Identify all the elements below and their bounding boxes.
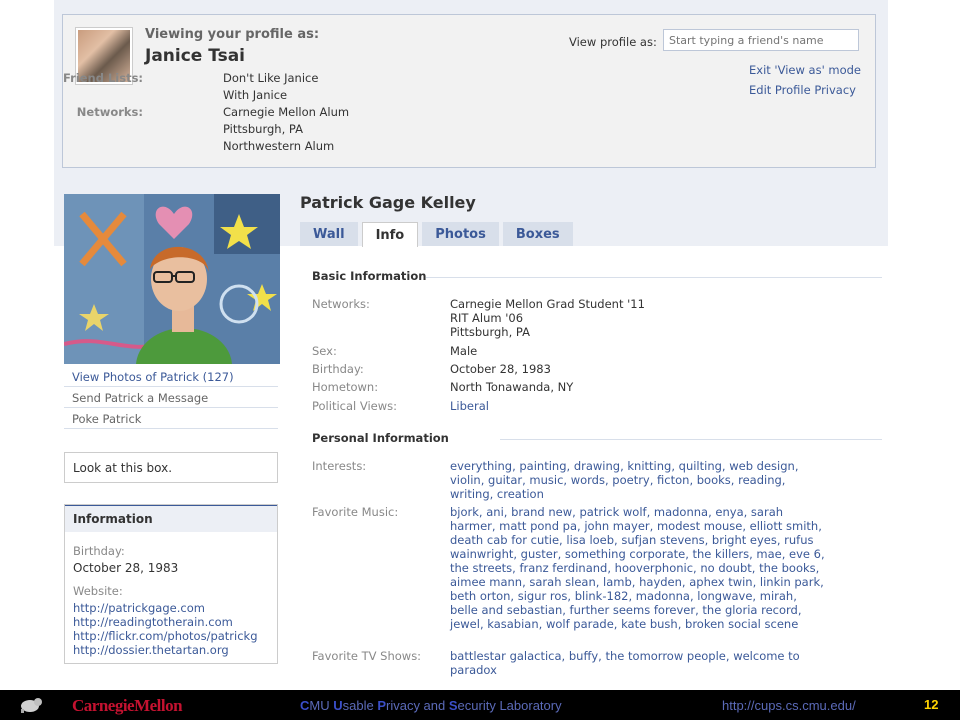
website-label: Website: [73,584,123,598]
facebook-profile-page: Viewing your profile as: Janice Tsai Fri… [54,0,888,690]
website-list: http://patrickgage.com http://readingtot… [73,601,269,657]
friend-search-input[interactable] [663,29,859,51]
section-divider [500,439,882,440]
website-link[interactable]: http://readingtotherain.com [73,615,269,629]
interests-value[interactable]: everything, painting, drawing, knitting,… [450,459,828,501]
profile-photo[interactable] [64,194,280,364]
website-link[interactable]: http://patrickgage.com [73,601,269,615]
interests-label: Interests: [312,459,367,473]
basic-information-title: Basic Information [312,269,427,283]
information-box-title: Information [65,505,277,532]
network-item: Carnegie Mellon Alum [223,105,350,119]
friend-list-item: Don't Like Janice [223,71,319,85]
profile-tabs: Wall Info Photos Boxes [300,222,577,247]
network-item: Northwestern Alum [223,139,335,153]
sex-value: Male [450,344,478,358]
sex-label: Sex: [312,344,337,358]
hometown-label: Hometown: [312,380,379,394]
lab-url: http://cups.cs.cmu.edu/ [722,698,856,713]
networks-label: Networks: [76,105,143,119]
view-as-heading: Viewing your profile as: [145,27,320,42]
hometown-value: North Tonawanda, NY [450,380,574,394]
favorite-tv-label: Favorite TV Shows: [312,649,422,663]
friend-list-item: With Janice [223,88,288,102]
birthday-label: Birthday: [73,544,125,558]
birthday-value: October 28, 1983 [73,561,179,575]
friend-lists: Don't Like Janice With Janice [223,70,318,104]
tab-wall[interactable]: Wall [300,222,358,246]
favorite-music-value[interactable]: bjork, ani, brand new, patrick wolf, mad… [450,505,828,631]
view-as-panel: Viewing your profile as: Janice Tsai Fri… [62,14,876,168]
political-views-link[interactable]: Liberal [450,399,828,413]
favorite-music-label: Favorite Music: [312,505,399,519]
carnegie-mellon-brand: CarnegieMellon [72,696,183,715]
friend-lists-label: Friend Lists: [63,71,144,85]
edit-profile-privacy-link[interactable]: Edit Profile Privacy [749,83,856,97]
viewer-networks: Carnegie Mellon Alum Pittsburgh, PA Nort… [223,104,349,155]
page-number: 12 [924,697,939,712]
section-divider [426,277,882,278]
slide-footer: CarnegieMellon CMU Usable Privacy and Se… [0,690,960,720]
profile-photo-image [64,194,280,364]
network-item: Pittsburgh, PA [450,325,530,339]
view-photos-link[interactable]: View Photos of Patrick (127) [64,367,278,387]
tab-info[interactable]: Info [361,222,419,247]
look-at-this-box: Look at this box. [64,452,278,483]
network-item: Carnegie Mellon Grad Student '11 [450,297,645,311]
network-item: RIT Alum '06 [450,311,524,325]
tab-boxes[interactable]: Boxes [502,222,573,246]
political-views-label: Political Views: [312,399,398,413]
networks-value: Carnegie Mellon Grad Student '11 RIT Alu… [450,297,828,339]
birthday-label: Birthday: [312,362,364,376]
network-item: Pittsburgh, PA [223,122,303,136]
cups-logo-icon [21,698,42,713]
poke-link[interactable]: Poke Patrick [64,409,278,429]
birthday-value: October 28, 1983 [450,362,551,376]
favorite-tv-value[interactable]: battlestar galactica, buffy, the tomorro… [450,649,828,677]
viewer-name: Janice Tsai [145,46,246,66]
lab-name: CMU Usable Privacy and Security Laborato… [300,698,562,713]
website-link[interactable]: http://dossier.thetartan.org [73,643,269,657]
website-link[interactable]: http://flickr.com/photos/patrickg [73,629,269,643]
profile-name: Patrick Gage Kelley [300,193,476,212]
view-profile-as-label: View profile as: [569,35,657,49]
networks-label: Networks: [312,297,370,311]
exit-view-as-link[interactable]: Exit 'View as' mode [749,63,861,77]
tab-photos[interactable]: Photos [422,222,499,246]
send-message-link[interactable]: Send Patrick a Message [64,388,278,408]
information-box: Information Birthday: October 28, 1983 W… [64,504,278,664]
personal-information-title: Personal Information [312,431,449,445]
